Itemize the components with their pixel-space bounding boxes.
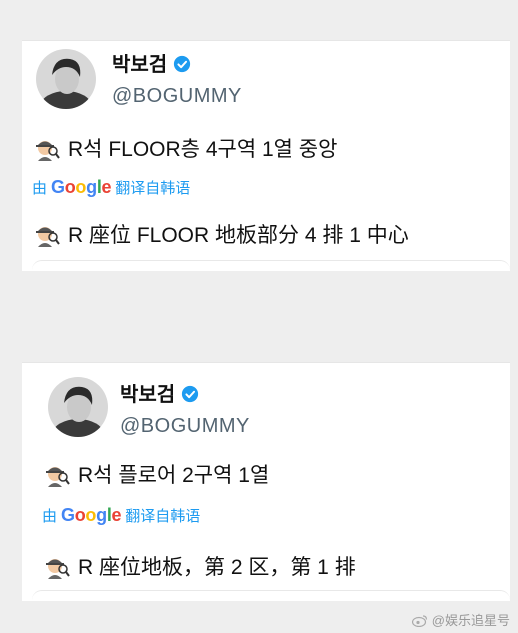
tweet-card: 박보검 @BOGUMMY R석 플로어 2구역 1열 由 Google 翻译自韩语 …	[22, 362, 510, 601]
translated-text: R 座位 FLOOR 地板部分 4 排 1 中心	[34, 219, 409, 249]
google-logo: Google	[51, 177, 112, 197]
translated-by-google-link[interactable]: 由 Google 翻译自韩语	[32, 177, 190, 198]
detective-emoji-icon	[36, 227, 60, 247]
display-name[interactable]: 박보검	[120, 383, 199, 407]
card-divider	[32, 590, 510, 601]
google-logo: Google	[61, 505, 122, 525]
tweet-text: R석 FLOOR층 4구역 1열 중앙	[34, 133, 337, 163]
weibo-icon	[411, 615, 427, 628]
translated-text: R 座位地板，第 2 区，第 1 排	[44, 551, 356, 581]
verified-badge-icon	[182, 385, 199, 403]
card-divider	[32, 260, 510, 271]
display-name[interactable]: 박보검	[112, 53, 191, 77]
translated-by-google-link[interactable]: 由 Google 翻译自韩语	[42, 505, 200, 526]
tweet-card: 박보검 @BOGUMMY R석 FLOOR층 4구역 1열 중앙 由 Google…	[22, 40, 510, 271]
user-handle[interactable]: @BOGUMMY	[112, 85, 242, 108]
detective-emoji-icon	[46, 559, 70, 579]
profile-photo	[36, 49, 96, 109]
avatar[interactable]	[48, 377, 108, 437]
watermark: @娱乐追星号	[411, 610, 510, 629]
avatar[interactable]	[36, 49, 96, 109]
verified-badge-icon	[174, 55, 191, 73]
tweet-text: R석 플로어 2구역 1열	[44, 459, 269, 489]
detective-emoji-icon	[46, 467, 70, 487]
profile-photo	[48, 377, 108, 437]
user-handle[interactable]: @BOGUMMY	[120, 415, 250, 438]
detective-emoji-icon	[36, 141, 60, 161]
